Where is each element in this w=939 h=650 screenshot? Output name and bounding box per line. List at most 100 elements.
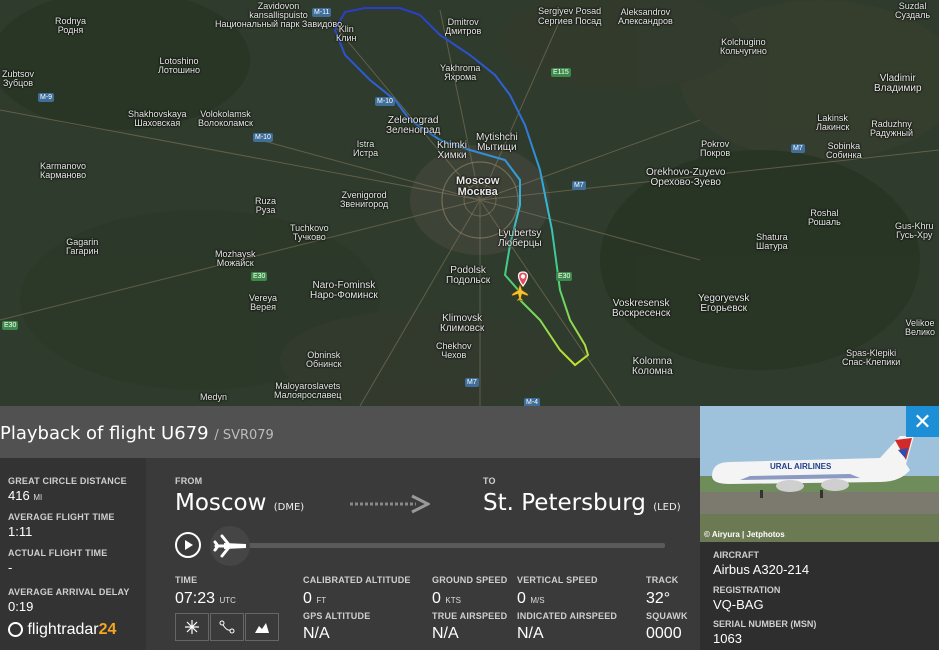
ground-speed-label: GROUND SPEED (432, 575, 508, 585)
city-label-klin: Klin Клин (336, 24, 357, 43)
playback-timeline[interactable] (238, 543, 665, 548)
registration-label: REGISTRATION (713, 585, 781, 595)
city-label-sergiyev-posad: Sergiyev Posad Сергиев Посад (538, 6, 602, 26)
panel-header: Playback of flight U679 / SVR079 (0, 406, 700, 458)
city-label-roshal: Roshal Рошаль (808, 208, 841, 227)
squawk-label: SQUAWK (646, 611, 688, 621)
road-shield: E115 (551, 68, 571, 77)
city-label-medyn: Medyn (200, 392, 228, 402)
destination-airport[interactable]: St. Petersburg (LED) (483, 490, 681, 516)
track-label: TRACK (646, 575, 679, 585)
serial-number-value: 1063 (713, 631, 742, 646)
avg-flight-time-value: 1:11 (8, 524, 33, 539)
city-label-lyubertsy: Lyubertsy Люберцы (498, 228, 542, 249)
origin-airport[interactable]: Moscow (DME) (175, 490, 304, 516)
time-value: 07:23 UTC (175, 590, 236, 607)
city-label-chekhov: Chekhov Чехов (436, 341, 472, 360)
city-label-istra: Istra Истра (353, 139, 379, 158)
city-label-lakinsk: Lakinsk Лакинск (816, 113, 850, 132)
city-label-shatura: Shatura Шатура (756, 232, 788, 251)
compass-icon (185, 620, 199, 634)
city-label-dmitrov: Dmitrov Дмитров (445, 17, 482, 36)
avg-flight-time-label: AVERAGE FLIGHT TIME (8, 512, 115, 522)
city-label-podolsk: Podolsk Подольск (446, 265, 491, 286)
photo-credit[interactable]: © Airyura | Jetphotos (704, 530, 785, 539)
registration-value: VQ-BAG (713, 597, 764, 612)
city-label-ruza: Ruza Руза (255, 196, 277, 215)
view-toggle-button[interactable] (175, 613, 209, 641)
squawk-value: 0000 (646, 625, 682, 642)
route-arrow-icon (350, 494, 432, 519)
city-label-voskresensk: Voskresensk Воскресенск (612, 298, 671, 319)
time-label: TIME (175, 575, 198, 585)
great-circle-label: GREAT CIRCLE DISTANCE (8, 476, 127, 486)
city-label-vereya: Vereya Верея (249, 293, 278, 312)
flight-title-text: Playback of flight U679 (0, 423, 209, 444)
road-shield: E30 (2, 321, 19, 330)
flightradar24-logo[interactable]: flightradar24 (8, 621, 116, 639)
city-label-naro-fominsk: Naro-Fominsk Наро-Фоминск (310, 280, 378, 301)
city-label-moscow: Moscow Москва (456, 175, 500, 198)
serial-number-label: SERIAL NUMBER (MSN) (713, 619, 817, 629)
city-label-yegoryevsk: Yegoryevsk Егорьевск (698, 293, 750, 314)
road-shield: M-9 (38, 93, 55, 102)
track-value: 32° (646, 590, 671, 607)
flight-info-panel: Playback of flight U679 / SVR079 GREAT C… (0, 406, 700, 650)
city-label-mytishchi: Mytishchi Мытищи (476, 132, 518, 153)
road-shield: M7 (465, 378, 479, 387)
city-label-kolchugino: Kolchugino Кольчугино (720, 37, 767, 56)
city-label-raduzhny: Raduzhny Радужный (870, 119, 914, 138)
city-label-sobinka: Sobinka Собинка (826, 141, 862, 160)
play-button[interactable] (175, 532, 201, 558)
city-label-gagarin: Gagarin Гагарин (66, 237, 99, 256)
true-airspeed-label: TRUE AIRSPEED (432, 611, 508, 621)
city-label-shakhovskaya: Shakhovskaya Шаховская (128, 109, 187, 128)
city-label-obninsk: Obninsk Обнинск (306, 350, 342, 369)
city-label-suzdal: Suzdal Суздаль (895, 1, 931, 20)
altitude-graph-button[interactable] (245, 613, 279, 641)
city-label-zvenigorod: Zvenigorod Звенигород (340, 190, 389, 209)
ground-speed-value: 0 KTS (432, 590, 461, 607)
vertical-speed-value: 0 M/S (517, 590, 545, 607)
city-label-vladimir: Vladimir Владимир (874, 73, 922, 94)
city-label-volokolamsk: Volokolamsk Волоколамск (198, 109, 253, 128)
avg-arrival-delay-label: AVERAGE ARRIVAL DELAY (8, 587, 130, 597)
city-label-aleksandrov: Aleksandrov Александров (618, 7, 673, 26)
gps-altitude-value: N/A (303, 625, 330, 642)
timeline-plane-handle[interactable] (210, 526, 250, 566)
road-shield: M-4 (524, 398, 541, 406)
true-airspeed-value: N/A (432, 625, 459, 642)
city-label-gus-khru: Gus-Khru Гусь-Хру (895, 221, 934, 240)
to-label: TO (483, 476, 496, 486)
city-label-tuchkovo: Tuchkovo Тучково (290, 223, 329, 242)
calibrated-altitude-label: CALIBRATED ALTITUDE (303, 575, 411, 585)
road-shield: E30 (556, 272, 573, 281)
aircraft-value: Airbus A320-214 (713, 562, 810, 577)
actual-flight-time-value: - (8, 560, 13, 575)
road-shield: M7 (572, 181, 586, 190)
city-label-zubtsov: Zubtsov Зубцов (2, 69, 35, 88)
vertical-speed-label: VERTICAL SPEED (517, 575, 598, 585)
city-label-rodnya: Rodnya Родня (55, 16, 87, 35)
aircraft-photo[interactable]: URAL AIRLINES ✕ © Airyura | Jetphotos (700, 406, 939, 542)
road-shield: M7 (791, 144, 805, 153)
route-icon (219, 620, 235, 634)
logo-icon (8, 622, 23, 637)
indicated-airspeed-label: INDICATED AIRSPEED (517, 611, 618, 621)
city-label-yakhroma: Yakhroma Яхрома (440, 63, 481, 82)
avg-arrival-delay-value: 0:19 (8, 599, 34, 614)
city-label-mozhaysk: Mozhaysk Можайск (215, 249, 256, 268)
close-button[interactable]: ✕ (906, 406, 939, 437)
road-shield: M-11 (312, 8, 332, 17)
flight-map[interactable]: Zavidovon kansallispuisto Национальный пар… (0, 0, 939, 406)
aircraft-label: AIRCRAFT (713, 550, 759, 560)
road-shield: E30 (251, 272, 268, 281)
city-label-karmanovo: Karmanovo Карманово (40, 161, 87, 180)
gps-altitude-label: GPS ALTITUDE (303, 611, 371, 621)
airline-livery-text: URAL AIRLINES (770, 462, 832, 471)
city-label-kolomna: Kolomna Коломна (632, 356, 673, 377)
chart-icon (255, 623, 269, 633)
great-circle-value: 416 MI (8, 488, 43, 503)
from-label: FROM (175, 476, 203, 486)
route-button[interactable] (210, 613, 244, 641)
